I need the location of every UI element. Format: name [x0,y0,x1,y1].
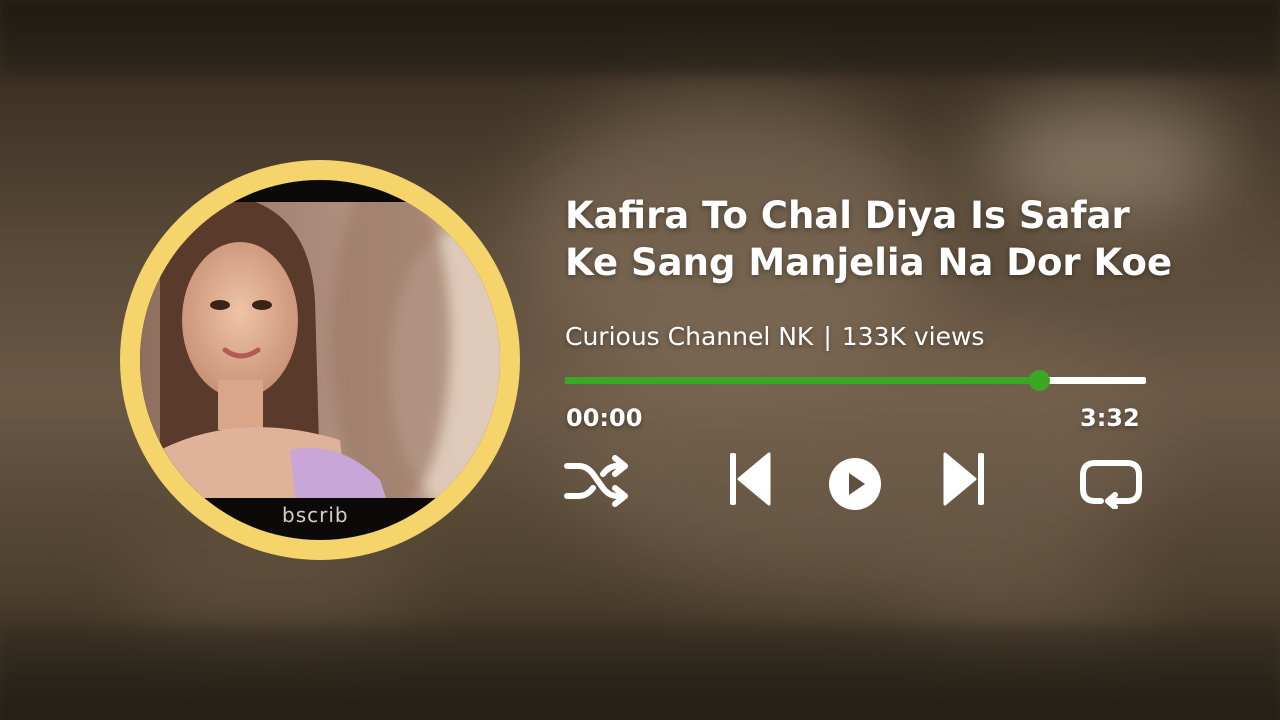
total-time: 3:32 [1080,404,1140,432]
play-button[interactable] [827,456,883,512]
song-meta: Curious Channel NK | 133K views [565,322,984,351]
letterbox-bottom: bscrib [140,498,500,540]
repeat-icon [1080,460,1142,509]
song-title: Kafira To Chal Diya Is Safar Ke Sang Man… [565,192,1245,286]
meta-separator: | [823,322,832,351]
current-time: 00:00 [566,404,643,432]
album-art-image: bscrib [140,180,500,540]
next-button[interactable] [941,450,987,508]
song-title-line-2: Ke Sang Manjelia Na Dor Koe [565,241,1173,284]
video-overlay-text: bscrib [282,503,349,527]
letterbox-top [140,180,500,202]
shuffle-icon [564,455,628,507]
progress-bar[interactable] [565,370,1146,391]
shuffle-button[interactable] [563,452,631,510]
view-count: 133K views [841,322,985,351]
skip-previous-icon [730,452,771,506]
progress-fill [565,377,1039,384]
progress-thumb[interactable] [1028,370,1050,391]
album-art: bscrib [120,160,520,560]
play-icon [829,458,881,510]
song-title-line-1: Kafira To Chal Diya Is Safar [565,194,1130,237]
skip-next-icon [943,452,984,506]
channel-name: Curious Channel NK [565,322,814,351]
repeat-button[interactable] [1077,455,1145,509]
previous-button[interactable] [727,450,773,508]
